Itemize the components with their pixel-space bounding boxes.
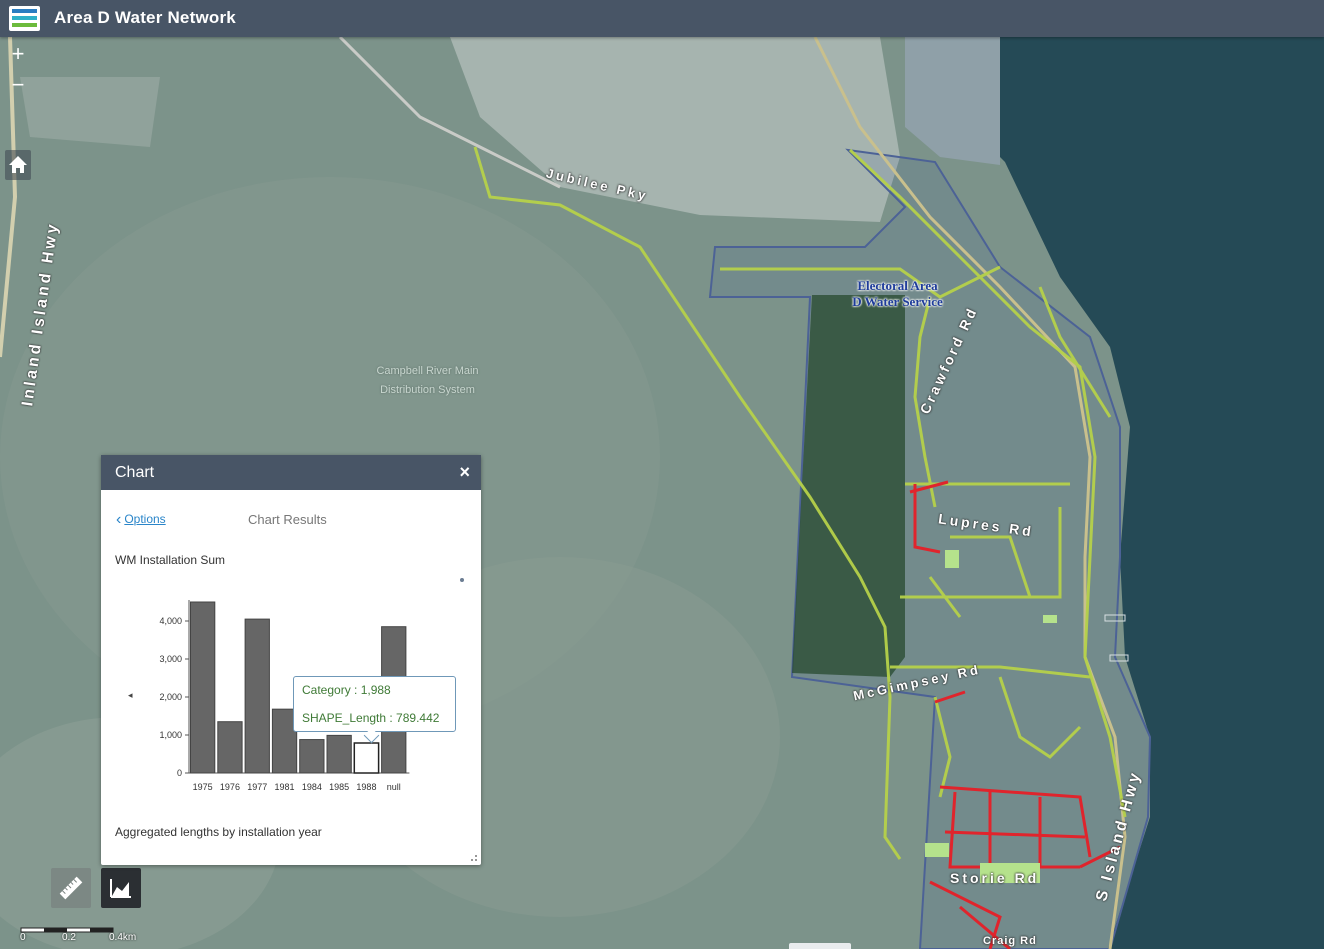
tooltip-category: Category : 1,988 (302, 683, 391, 697)
y-tick-label: 4,000 (159, 616, 182, 626)
bar-1975 (190, 601, 216, 774)
app-title: Area D Water Network (54, 8, 236, 27)
scale-label-zero: 0 (20, 932, 26, 943)
chart-panel-title: Chart (115, 464, 155, 481)
road-label-storie: Storie Rd (950, 870, 1040, 886)
x-tick-label: 1977 (247, 782, 267, 792)
measure-tool-button[interactable] (51, 868, 91, 908)
ruler-icon (59, 876, 83, 900)
road-label-craig: Craig Rd (983, 935, 1037, 947)
chart-panel: Chart × ‹ Options Chart Results WM Instal… (101, 455, 481, 865)
resize-handle-icon[interactable] (470, 854, 478, 862)
options-label: Options (124, 512, 166, 526)
options-back-link[interactable]: ‹ Options (116, 511, 166, 529)
attribution-tab[interactable] (789, 943, 851, 949)
bar-1984 (299, 739, 325, 774)
bar-1977 (244, 618, 270, 774)
app-root: Area D Water Network + − Jubilee Pky Inl… (0, 0, 1324, 949)
tooltip-length: SHAPE_Length : 789.442 (302, 711, 440, 725)
y-tick-label: 2,000 (159, 692, 182, 702)
campbell-river-label: Campbell River Main Distribution System (355, 362, 500, 400)
area-d-label-line2: D Water Service (852, 294, 943, 309)
x-tick-label: 1988 (356, 782, 376, 792)
chart-page-dot[interactable] (460, 578, 464, 582)
zoom-in-button[interactable]: + (5, 42, 31, 68)
bar-1976 (217, 721, 243, 774)
x-tick-label: 1984 (302, 782, 322, 792)
y-tick-label: 3,000 (159, 654, 182, 664)
x-tick-label: 1976 (220, 782, 240, 792)
home-icon (9, 156, 27, 173)
campbell-river-label-line2: Distribution System (380, 384, 475, 396)
bar-1985 (326, 734, 352, 774)
y-tick-label: 0 (177, 768, 182, 778)
chevron-left-icon: ‹ (116, 511, 122, 528)
chart-tool-button[interactable] (101, 868, 141, 908)
chart-title: WM Installation Sum (115, 553, 226, 567)
chart-prev-icon[interactable]: ◂ (128, 690, 133, 701)
chart-footnote: Aggregated lengths by installation year (115, 825, 322, 839)
x-tick-label: 1975 (193, 782, 213, 792)
chart-tooltip: Category : 1,988 SHAPE_Length : 789.442 (293, 676, 456, 744)
bar-1988 (353, 742, 380, 774)
area-chart-icon (110, 879, 131, 898)
x-tick-label: 1985 (329, 782, 349, 792)
scale-label-mid: 0.2 (62, 932, 76, 943)
campbell-river-label-line1: Campbell River Main (376, 365, 479, 377)
scale-label-end: 0.4km (109, 932, 137, 943)
area-d-label: Electoral Area D Water Service (835, 278, 960, 310)
chart-results-title: Chart Results (248, 512, 327, 527)
close-button[interactable]: × (459, 462, 470, 483)
x-tick-label: null (387, 782, 401, 792)
logo (9, 6, 40, 31)
zoom-out-button[interactable]: − (5, 73, 31, 99)
chart-panel-header: Chart × (101, 455, 481, 490)
y-tick-label: 1,000 (159, 730, 182, 740)
app-header: Area D Water Network (0, 0, 1324, 37)
home-button[interactable] (5, 150, 31, 180)
x-tick-label: 1981 (275, 782, 295, 792)
scale-bar: 0 0.2 0.4km (20, 926, 140, 946)
area-d-label-line1: Electoral Area (857, 278, 938, 293)
